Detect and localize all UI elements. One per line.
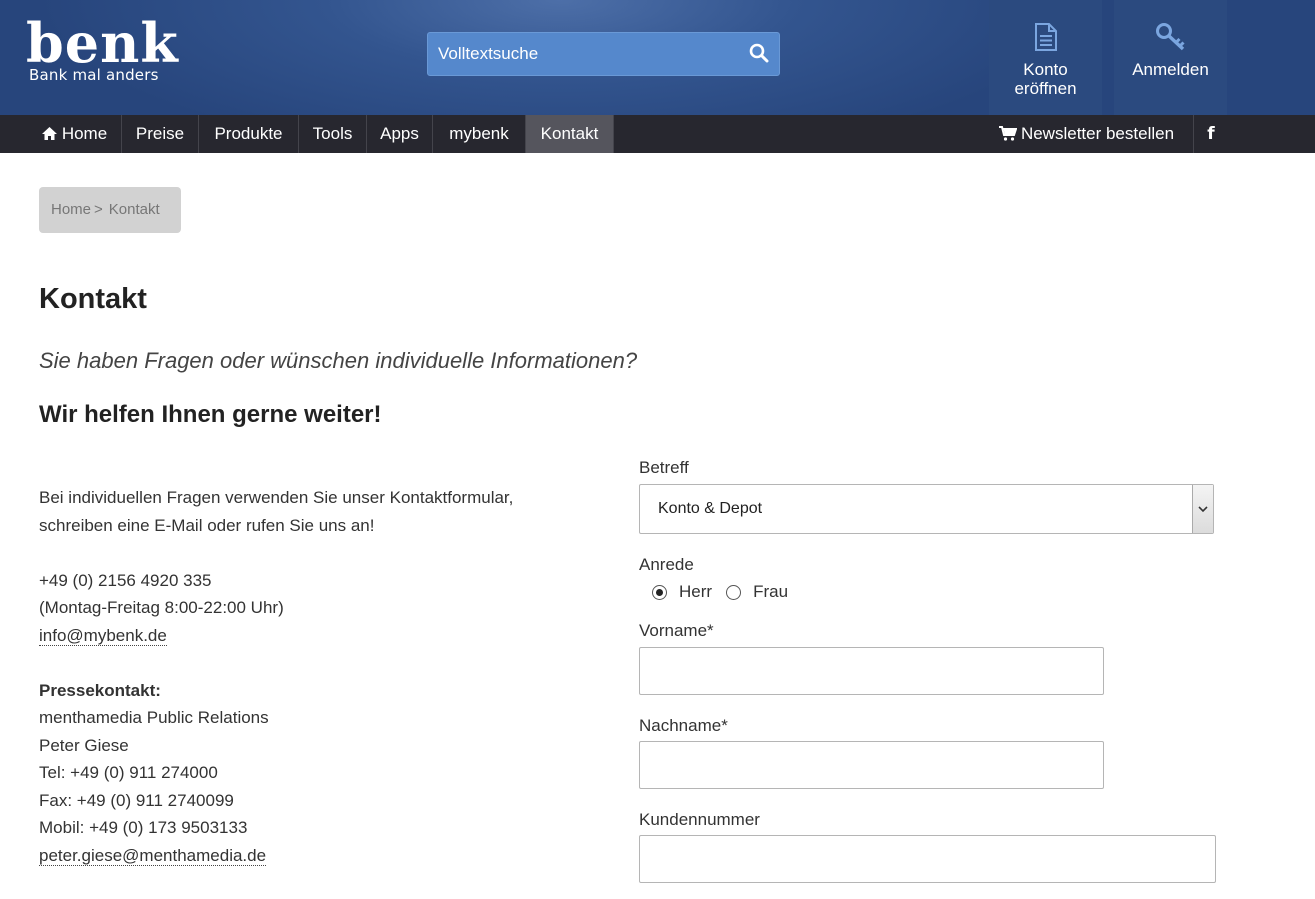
salutation-frau-label: Frau (753, 582, 789, 601)
breadcrumb-separator: > (94, 201, 103, 218)
document-icon (989, 22, 1102, 54)
search-input[interactable] (428, 33, 738, 75)
press-fax: Fax: +49 (0) 911 2740099 (39, 790, 234, 810)
salutation-radio-frau[interactable] (726, 584, 742, 600)
newsletter-label: Newsletter bestellen (1020, 124, 1175, 143)
press-company: menthamedia Public Relations (39, 708, 269, 727)
salutation-group: Herr Frau (652, 582, 802, 602)
subject-label: Betreff (639, 458, 689, 477)
login-label: Anmelden (1132, 60, 1209, 79)
breadcrumb-home[interactable]: Home (51, 201, 91, 218)
page-title: Kontakt (39, 283, 147, 315)
press-mobile: Mobil: +49 (0) 173 9503133 (39, 818, 248, 837)
contact-hours: (Montag-Freitag 8:00-22:00 Uhr) (39, 598, 284, 617)
nav-item-produkte[interactable]: Produkte (199, 115, 299, 153)
open-account-button[interactable]: Konto eröffnen (989, 0, 1102, 115)
salutation-radio-herr[interactable] (652, 584, 667, 600)
contact-text-line1: Bei individuellen Fragen verwenden Sie u… (39, 488, 514, 507)
customer-number-label: Kundennummer (639, 810, 760, 829)
benk-logo[interactable]: benk Bank mal anders (26, 16, 179, 83)
intro-text: Sie haben Fragen oder wünschen individue… (39, 348, 638, 373)
subject-select-value: Konto & Depot (658, 500, 763, 517)
firstname-field[interactable] (639, 647, 1104, 695)
open-account-label-2: eröffnen (1014, 79, 1077, 98)
press-contact-heading: Pressekontakt: (39, 680, 161, 700)
contact-phone: +49 (0) 2156 4920 335 (39, 570, 212, 590)
site-header: benk Bank mal anders Konto eröffnen Anme… (0, 0, 1315, 115)
open-account-label-1: Konto (1023, 60, 1068, 79)
main-nav: Home Preise Produkte Tools Apps mybenk K… (0, 115, 1315, 153)
key-icon (1114, 22, 1227, 54)
salutation-herr-label: Herr (679, 582, 713, 601)
search-box (427, 32, 780, 76)
contact-text-line2: schreiben eine E-Mail oder rufen Sie uns… (39, 515, 375, 535)
salutation-label: Anrede (639, 555, 694, 574)
lastname-label: Nachname* (639, 716, 728, 735)
lastname-field[interactable] (639, 741, 1104, 789)
subheading: Wir helfen Ihnen gerne weiter! (39, 401, 382, 428)
contact-email-link[interactable]: info@mybenk.de (39, 625, 167, 646)
press-name: Peter Giese (39, 735, 129, 755)
logo-wordmark: benk (26, 11, 179, 75)
logo-tagline: Bank mal anders (29, 66, 159, 84)
firstname-label: Vorname* (639, 621, 714, 640)
nav-item-apps[interactable]: Apps (367, 115, 433, 153)
newsletter-link[interactable]: Newsletter bestellen (980, 115, 1194, 153)
breadcrumb: Home > Kontakt (39, 187, 181, 233)
nav-item-home[interactable]: Home (27, 115, 122, 153)
chevron-down-icon (1192, 485, 1213, 533)
nav-item-home-label: Home (61, 124, 108, 143)
press-tel: Tel: +49 (0) 911 274000 (39, 763, 218, 782)
breadcrumb-current: Kontakt (108, 201, 160, 218)
press-email-link[interactable]: peter.giese@menthamedia.de (39, 845, 267, 866)
facebook-icon[interactable]: f (1194, 115, 1228, 153)
customer-number-field[interactable] (639, 835, 1216, 883)
nav-item-tools[interactable]: Tools (299, 115, 367, 153)
nav-item-kontakt[interactable]: Kontakt (526, 115, 614, 153)
nav-item-mybenk[interactable]: mybenk (433, 115, 526, 153)
cart-icon (998, 117, 1018, 155)
contact-info: Bei individuellen Fragen verwenden Sie u… (39, 484, 599, 869)
nav-item-preise[interactable]: Preise (122, 115, 199, 153)
search-icon[interactable] (749, 43, 771, 65)
home-icon (41, 117, 58, 155)
login-button[interactable]: Anmelden (1114, 0, 1227, 115)
subject-select[interactable]: Konto & Depot (639, 484, 1214, 534)
